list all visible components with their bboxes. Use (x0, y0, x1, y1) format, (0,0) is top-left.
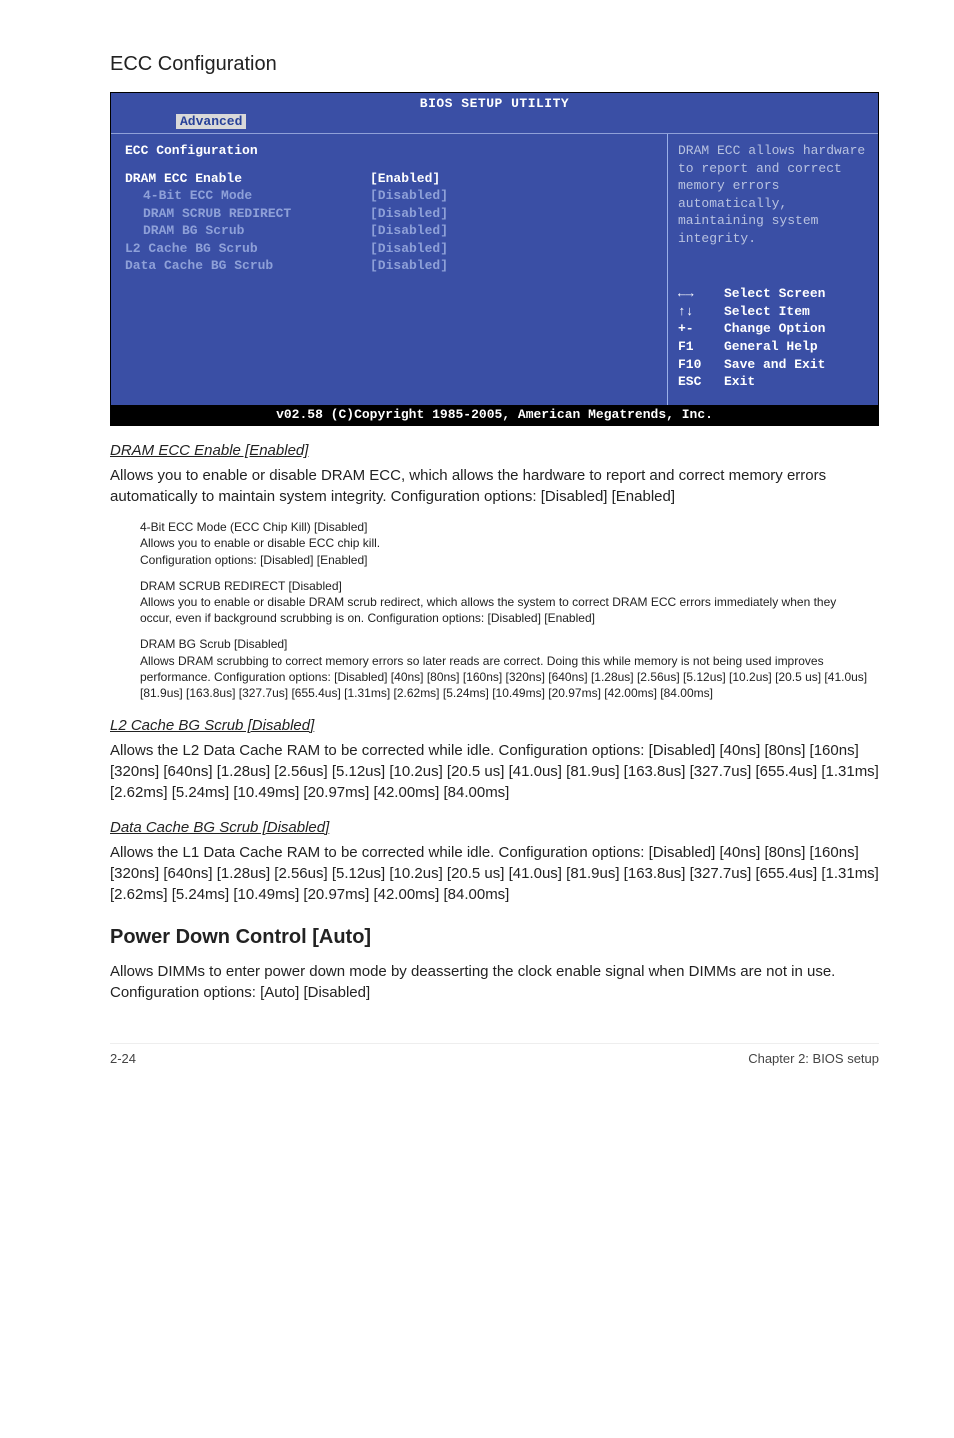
bios-title: BIOS SETUP UTILITY (111, 93, 878, 113)
bios-option-label: DRAM BG Scrub (125, 222, 370, 240)
bios-option-value: [Disabled] (370, 240, 490, 258)
bios-help-text: Select Item (724, 303, 810, 321)
page-footer: 2-24 Chapter 2: BIOS setup (110, 1043, 879, 1068)
bios-option-label: 4-Bit ECC Mode (125, 187, 370, 205)
bios-option-row: Data Cache BG Scrub[Disabled] (125, 257, 657, 275)
inset-4bit-ecc: 4-Bit ECC Mode (ECC Chip Kill) [Disabled… (140, 519, 869, 568)
data-cache-body: Allows the L1 Data Cache RAM to be corre… (110, 842, 879, 905)
bios-option-value: [Enabled] (370, 170, 490, 188)
bios-option-row: DRAM ECC Enable[Enabled] (125, 170, 657, 188)
l2-cache-head: L2 Cache BG Scrub [Disabled] (110, 715, 879, 736)
inset-bg-scrub: DRAM BG Scrub [Disabled] Allows DRAM scr… (140, 636, 869, 701)
bios-help-key: ESC (678, 373, 724, 391)
inset-scrub-l2: Allows you to enable or disable DRAM scr… (140, 594, 869, 626)
bios-box: BIOS SETUP UTILITY Advanced ECC Configur… (110, 92, 879, 426)
bios-option-label: DRAM SCRUB REDIRECT (125, 205, 370, 223)
bios-help-line: ↑↓Select Item (678, 303, 868, 321)
bios-help-text: Select Screen (724, 285, 825, 303)
data-cache-head: Data Cache BG Scrub [Disabled] (110, 817, 879, 838)
bios-help-line: ←→Select Screen (678, 285, 868, 303)
footer-page-number: 2-24 (110, 1050, 136, 1068)
bios-right-pane: DRAM ECC allows hardware to report and c… (668, 134, 878, 405)
ecc-config-heading: ECC Configuration (110, 50, 879, 78)
bios-help-text: Exit (724, 373, 755, 391)
bios-tab-row: Advanced (111, 113, 878, 134)
bios-option-row: DRAM SCRUB REDIRECT[Disabled] (125, 205, 657, 223)
power-down-body2: Configuration options: [Auto] [Disabled] (110, 982, 879, 1003)
inset-scrub-l1: DRAM SCRUB REDIRECT [Disabled] (140, 578, 869, 594)
bios-option-label: DRAM ECC Enable (125, 170, 370, 188)
bios-help-text: Save and Exit (724, 356, 825, 374)
bios-option-value: [Disabled] (370, 205, 490, 223)
inset-4bit-l2: Allows you to enable or disable ECC chip… (140, 535, 869, 551)
bios-option-row: 4-Bit ECC Mode[Disabled] (125, 187, 657, 205)
bios-footer: v02.58 (C)Copyright 1985-2005, American … (111, 405, 878, 426)
bios-option-row: DRAM BG Scrub[Disabled] (125, 222, 657, 240)
bios-ecc-header: ECC Configuration (125, 142, 657, 160)
bios-left-pane: ECC Configuration DRAM ECC Enable[Enable… (111, 134, 668, 405)
bios-help-key: F10 (678, 356, 724, 374)
bios-help-key: ←→ (678, 285, 724, 303)
power-down-head: Power Down Control [Auto] (110, 923, 879, 951)
bios-option-label: Data Cache BG Scrub (125, 257, 370, 275)
dram-ecc-enable-head: DRAM ECC Enable [Enabled] (110, 440, 879, 461)
bios-help-line: ESCExit (678, 373, 868, 391)
bios-help-key: F1 (678, 338, 724, 356)
bios-option-value: [Disabled] (370, 257, 490, 275)
bios-tab-advanced: Advanced (176, 114, 246, 129)
power-down-body1: Allows DIMMs to enter power down mode by… (110, 961, 879, 982)
inset-bg-l2: Allows DRAM scrubbing to correct memory … (140, 653, 869, 702)
bios-help-key: ↑↓ (678, 303, 724, 321)
bios-option-row: L2 Cache BG Scrub[Disabled] (125, 240, 657, 258)
bios-option-value: [Disabled] (370, 222, 490, 240)
bios-help-key: +- (678, 320, 724, 338)
bios-option-label: L2 Cache BG Scrub (125, 240, 370, 258)
bios-help-line: F10Save and Exit (678, 356, 868, 374)
bios-help-text: Change Option (724, 320, 825, 338)
dram-ecc-enable-body: Allows you to enable or disable DRAM ECC… (110, 465, 879, 507)
bios-help-line: F1General Help (678, 338, 868, 356)
bios-help-desc: DRAM ECC allows hardware to report and c… (678, 142, 868, 247)
inset-bg-l1: DRAM BG Scrub [Disabled] (140, 636, 869, 652)
inset-4bit-l1: 4-Bit ECC Mode (ECC Chip Kill) [Disabled… (140, 519, 869, 535)
l2-cache-body: Allows the L2 Data Cache RAM to be corre… (110, 740, 879, 803)
inset-scrub-redirect: DRAM SCRUB REDIRECT [Disabled] Allows yo… (140, 578, 869, 627)
inset-4bit-l3: Configuration options: [Disabled] [Enabl… (140, 552, 869, 568)
bios-help-line: +-Change Option (678, 320, 868, 338)
bios-option-value: [Disabled] (370, 187, 490, 205)
bios-help-text: General Help (724, 338, 818, 356)
footer-chapter: Chapter 2: BIOS setup (748, 1050, 879, 1068)
